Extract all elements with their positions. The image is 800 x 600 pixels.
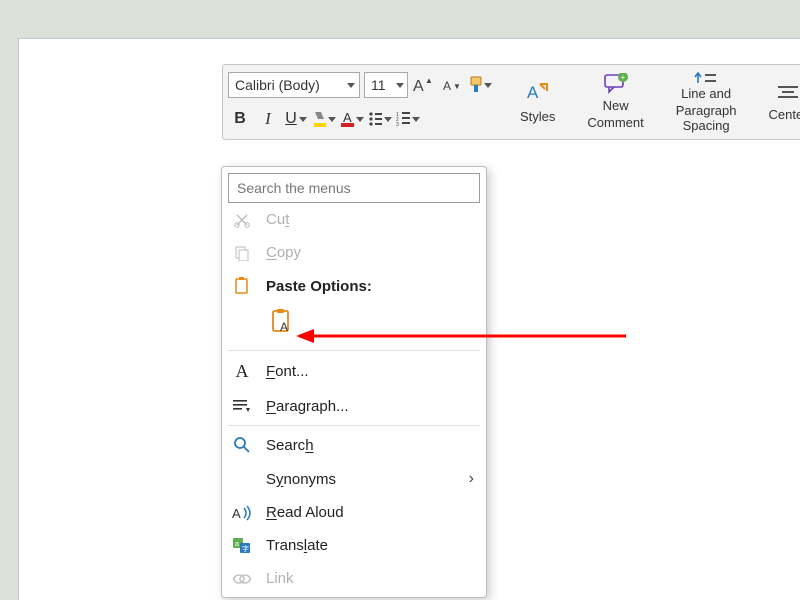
chevron-down-icon: [396, 83, 404, 88]
new-comment-icon: +: [603, 73, 629, 95]
paragraph-menu-item[interactable]: Paragraph...: [228, 390, 480, 423]
bullets-icon: [368, 111, 382, 127]
cut-menu-item: Cut: [228, 203, 480, 236]
paragraph-icon: [232, 399, 252, 415]
numbering-icon: 1 2 3: [396, 111, 410, 127]
italic-icon: I: [265, 109, 271, 129]
styles-icon: A: [525, 80, 551, 106]
svg-text:A: A: [280, 320, 288, 334]
font-name-value: Calibri (Body): [235, 77, 320, 93]
font-icon: A: [232, 361, 252, 382]
svg-text:3: 3: [396, 122, 399, 127]
paragraph-label: Paragraph...: [266, 398, 349, 415]
styles-button[interactable]: A Styles: [510, 68, 565, 136]
highlight-color-button[interactable]: [312, 107, 336, 131]
translate-menu-item[interactable]: a字 Translate: [228, 529, 480, 562]
new-comment-label-2: Comment: [587, 116, 643, 131]
copy-label: Copy: [266, 244, 301, 261]
line-spacing-label-1: Line and: [681, 87, 731, 102]
bold-icon: B: [234, 110, 246, 128]
cut-label: Cut: [266, 211, 289, 228]
paste-icon: [232, 277, 252, 295]
styles-label: Styles: [520, 110, 555, 125]
grow-font-button[interactable]: A▲: [412, 73, 436, 97]
new-comment-button[interactable]: + New Comment: [577, 68, 653, 136]
translate-label: Translate: [266, 537, 328, 554]
read-aloud-menu-item[interactable]: A Read Aloud: [228, 496, 480, 529]
shrink-font-button[interactable]: A▼: [440, 73, 464, 97]
search-label: Search: [266, 437, 314, 454]
svg-text:+: +: [620, 73, 625, 82]
svg-text:字: 字: [242, 544, 249, 553]
font-menu-item[interactable]: A Font...: [228, 353, 480, 390]
font-color-icon: A: [340, 110, 354, 128]
italic-button[interactable]: I: [256, 107, 280, 131]
chevron-down-icon: [299, 117, 307, 122]
svg-text:a: a: [235, 541, 239, 548]
line-spacing-button[interactable]: Line and Paragraph Spacing: [666, 68, 747, 136]
grow-font-icon: A▲: [413, 75, 435, 95]
chevron-down-icon: [412, 117, 420, 122]
chevron-right-icon: ›: [469, 470, 474, 488]
bold-button[interactable]: B: [228, 107, 252, 131]
synonyms-label: Synonyms: [266, 471, 336, 488]
numbering-button[interactable]: 1 2 3: [396, 107, 420, 131]
highlight-icon: [312, 110, 326, 128]
mini-toolbar: Calibri (Body) 11 A▲ A▼ B: [222, 64, 800, 140]
svg-text:▲: ▲: [425, 76, 433, 85]
synonyms-menu-item[interactable]: Synonyms ›: [228, 462, 480, 496]
svg-text:A: A: [527, 83, 539, 102]
menu-search-input[interactable]: Search the menus: [228, 173, 480, 203]
chevron-down-icon: [356, 117, 364, 122]
align-center-icon: [775, 82, 800, 104]
chevron-down-icon: [328, 117, 336, 122]
paste-options-row: A: [228, 303, 480, 348]
toolbar-font-group: Calibri (Body) 11 A▲ A▼ B: [226, 68, 498, 136]
chevron-down-icon: [384, 117, 392, 122]
svg-text:A: A: [413, 78, 424, 95]
copy-menu-item: Copy: [228, 236, 480, 269]
font-color-button[interactable]: A: [340, 107, 364, 131]
paste-options-label: Paste Options:: [266, 278, 372, 295]
paste-options-header: Paste Options:: [228, 269, 480, 303]
chevron-down-icon: [347, 83, 355, 88]
translate-icon: a字: [232, 538, 252, 554]
svg-text:▼: ▼: [453, 82, 461, 91]
line-spacing-label-2: Paragraph Spacing: [676, 104, 737, 134]
svg-text:A: A: [232, 506, 241, 521]
font-label: Font...: [266, 363, 309, 380]
font-size-combo[interactable]: 11: [364, 72, 408, 98]
menu-search-placeholder: Search the menus: [237, 180, 351, 196]
underline-button[interactable]: U: [284, 107, 308, 131]
search-menu-item[interactable]: Search: [228, 428, 480, 462]
shrink-font-icon: A▼: [441, 75, 463, 95]
new-comment-label-1: New: [603, 99, 629, 114]
line-spacing-icon: [693, 70, 719, 83]
paste-text-only-icon: A: [270, 309, 296, 335]
svg-text:A: A: [343, 110, 352, 125]
format-painter-icon: [468, 76, 482, 94]
format-painter-button[interactable]: [468, 73, 492, 97]
menu-divider: [228, 425, 480, 426]
read-aloud-icon: A: [232, 505, 252, 521]
link-label: Link: [266, 570, 294, 587]
link-menu-item[interactable]: Link: [228, 562, 480, 595]
read-aloud-label: Read Aloud: [266, 504, 344, 521]
link-icon: [232, 572, 252, 586]
menu-divider: [228, 350, 480, 351]
search-icon: [232, 436, 252, 454]
underline-icon: U: [285, 110, 297, 128]
bullets-button[interactable]: [368, 107, 392, 131]
font-name-combo[interactable]: Calibri (Body): [228, 72, 360, 98]
copy-icon: [232, 245, 252, 261]
center-button[interactable]: Center: [758, 68, 800, 136]
paste-keep-text-only-button[interactable]: A: [270, 323, 296, 338]
context-menu: Search the menus Cut Copy Paste Options:…: [221, 166, 487, 598]
chevron-down-icon: [484, 83, 492, 88]
center-label: Center: [768, 108, 800, 123]
font-size-value: 11: [371, 77, 386, 93]
cut-icon: [232, 212, 252, 228]
svg-text:A: A: [443, 79, 451, 93]
